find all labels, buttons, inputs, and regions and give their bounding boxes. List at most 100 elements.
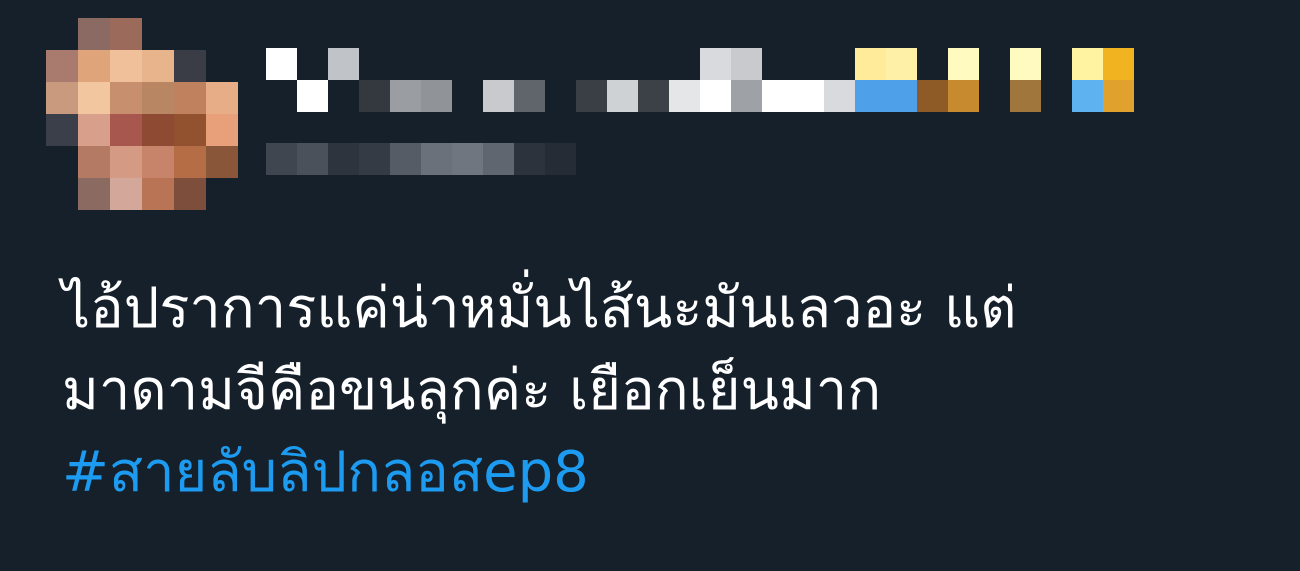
name-pixel (545, 80, 576, 112)
name-pixel (1010, 48, 1041, 80)
avatar-pixel (142, 178, 174, 210)
handle-pixel (297, 143, 328, 175)
name-pixel (638, 80, 669, 112)
name-pixel (917, 48, 948, 80)
avatar-pixel (174, 82, 206, 114)
name-pixel (390, 80, 421, 112)
name-pixel (483, 80, 514, 112)
handle-pixel (483, 143, 514, 175)
avatar-pixel (110, 18, 142, 50)
name-pixel (886, 48, 917, 80)
handle-pixel (390, 143, 421, 175)
name-pixel (793, 80, 824, 112)
avatar-pixel (174, 18, 206, 50)
tweet-card[interactable]: ไอ้ปราการแค่น่าหมั่นไส้นะมันเลวอะ แต่ มา… (0, 0, 1300, 571)
handle-pixel (328, 143, 359, 175)
name-pixel (1103, 80, 1134, 112)
name-pixel (886, 80, 917, 112)
name-pixel (297, 48, 328, 80)
name-pixel (669, 80, 700, 112)
name-pixel (979, 80, 1010, 112)
name-pixel (421, 80, 452, 112)
name-pixel (700, 48, 731, 80)
name-pixel (266, 48, 297, 80)
avatar-pixel (46, 178, 78, 210)
name-pixel (328, 80, 359, 112)
tweet-text: ไอ้ปราการแค่น่าหมั่นไส้นะมันเลวอะ แต่ มา… (62, 268, 1262, 514)
tweet-text-line-1: ไอ้ปราการแค่น่าหมั่นไส้นะมันเลวอะ แต่ (62, 276, 1017, 341)
name-pixel (793, 48, 824, 80)
name-pixel (1072, 80, 1103, 112)
avatar-pixel (46, 18, 78, 50)
name-pixel (421, 48, 452, 80)
avatar-pixel (46, 114, 78, 146)
avatar-pixel (78, 82, 110, 114)
name-pixel (1072, 48, 1103, 80)
name-pixel (328, 48, 359, 80)
name-pixel (948, 48, 979, 80)
handle-pixel (514, 143, 545, 175)
avatar-pixel (78, 18, 110, 50)
author-display-name[interactable] (266, 48, 1134, 112)
name-pixel (359, 80, 390, 112)
avatar-pixel (46, 82, 78, 114)
avatar-pixel (78, 50, 110, 82)
avatar-pixel (206, 178, 238, 210)
name-pixel (824, 80, 855, 112)
avatar-pixel (174, 114, 206, 146)
name-pixel (607, 80, 638, 112)
avatar-pixel (110, 178, 142, 210)
name-pixel (607, 48, 638, 80)
name-pixel (731, 80, 762, 112)
name-pixel (545, 48, 576, 80)
avatar-pixel (46, 146, 78, 178)
avatar-pixel (206, 114, 238, 146)
name-pixel (266, 80, 297, 112)
name-pixel (638, 48, 669, 80)
avatar-pixel (142, 146, 174, 178)
name-pixel (576, 80, 607, 112)
avatar-pixel (206, 50, 238, 82)
avatar-pixel (78, 146, 110, 178)
avatar-pixel (206, 146, 238, 178)
handle-pixel (266, 143, 297, 175)
name-pixel (762, 48, 793, 80)
name-pixel (452, 48, 483, 80)
author-handle[interactable] (266, 143, 576, 175)
handle-pixel (359, 143, 390, 175)
name-pixel (1041, 48, 1072, 80)
hashtag-link[interactable]: #สายลับลิปกลอสep8 (62, 432, 589, 514)
name-pixel (514, 80, 545, 112)
avatar-pixel (110, 82, 142, 114)
avatar-pixel (46, 50, 78, 82)
avatar-pixel (110, 50, 142, 82)
avatar-pixel (78, 114, 110, 146)
avatar-pixel (110, 114, 142, 146)
avatar-pixel (174, 146, 206, 178)
name-pixel (514, 48, 545, 80)
avatar-pixel (142, 18, 174, 50)
avatar-pixel (174, 50, 206, 82)
avatar[interactable] (46, 18, 238, 210)
name-pixel (452, 80, 483, 112)
tweet-text-line-2: มาดามจีคือขนลุกค่ะ เยือกเย็นมาก (62, 358, 882, 423)
name-pixel (700, 80, 731, 112)
name-pixel (390, 48, 421, 80)
name-pixel (1041, 80, 1072, 112)
name-pixel (1010, 80, 1041, 112)
name-pixel (948, 80, 979, 112)
name-pixel (855, 80, 886, 112)
handle-pixel (421, 143, 452, 175)
name-pixel (731, 48, 762, 80)
avatar-pixel (174, 178, 206, 210)
avatar-pixel (206, 82, 238, 114)
name-pixel (855, 48, 886, 80)
handle-pixel (452, 143, 483, 175)
name-pixel (824, 48, 855, 80)
name-pixel (1103, 48, 1134, 80)
avatar-pixel (78, 178, 110, 210)
name-pixel (483, 48, 514, 80)
name-pixel (979, 48, 1010, 80)
avatar-pixel (142, 82, 174, 114)
name-pixel (669, 48, 700, 80)
